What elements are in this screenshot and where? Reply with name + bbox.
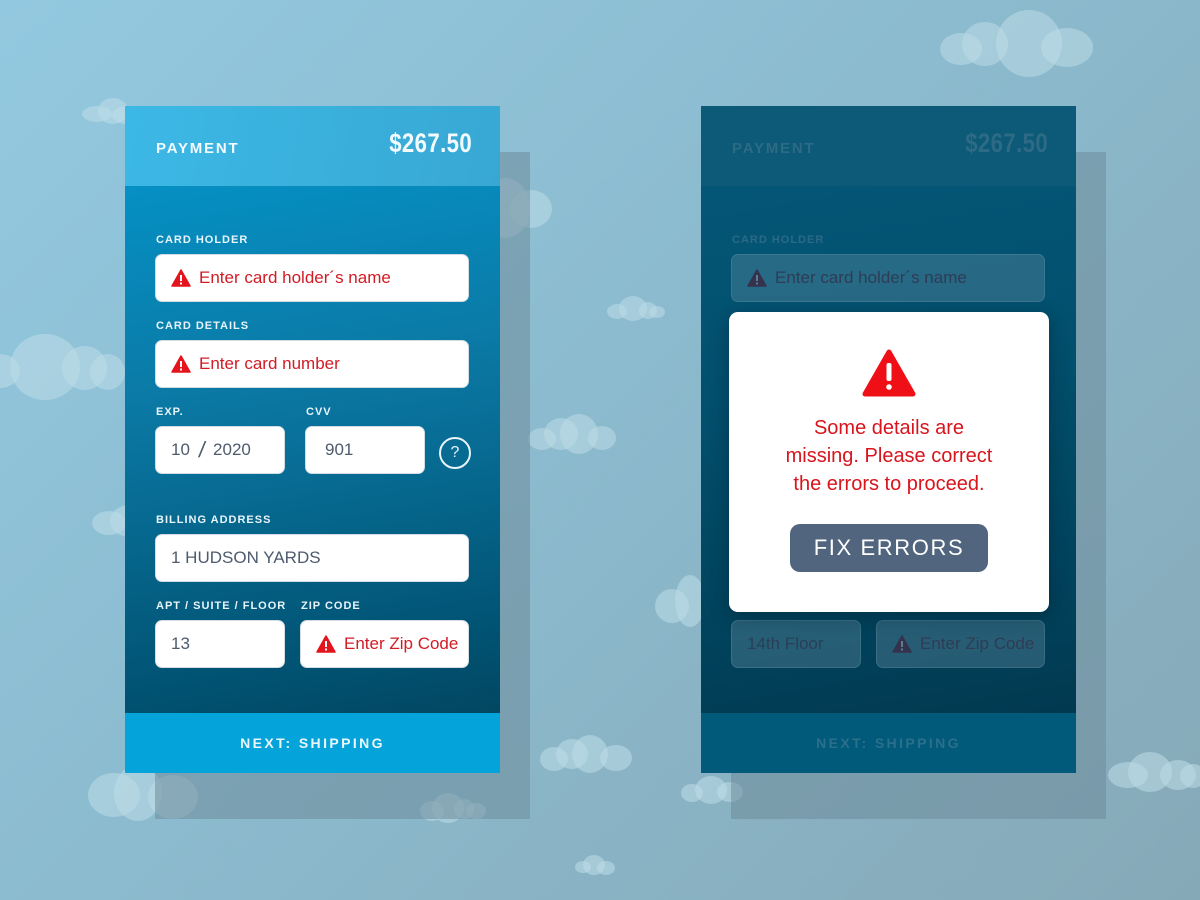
apt-value: 13 <box>171 634 190 653</box>
card-holder-label: CARD HOLDER <box>732 234 825 246</box>
apt-field[interactable]: 13 <box>155 620 285 668</box>
page-title: PAYMENT <box>156 140 240 157</box>
error-message: Some details are missing. Please correct… <box>729 414 1049 498</box>
cloud <box>0 332 125 402</box>
page-title: PAYMENT <box>732 140 816 157</box>
card-holder-field: Enter card holder´s name <box>731 254 1045 302</box>
card-holder-error: Enter card holder´s name <box>775 268 967 287</box>
billing-address-label: BILLING ADDRESS <box>156 514 272 526</box>
cloud <box>655 575 705 627</box>
help-button-label: ? <box>450 444 460 461</box>
card-number-error: Enter card number <box>199 354 340 373</box>
payment-header: PAYMENT $267.50 <box>701 106 1076 186</box>
card-holder-field[interactable]: Enter card holder´s name <box>155 254 469 302</box>
cloud <box>1108 752 1200 792</box>
payment-amount: $267.50 <box>965 128 1048 158</box>
error-message-line: the errors to proceed. <box>793 473 985 495</box>
question-circle-icon[interactable]: ? <box>439 437 471 469</box>
warning-triangle-icon <box>316 635 336 653</box>
error-modal: Some details are missing. Please correct… <box>729 312 1049 612</box>
warning-triangle-icon <box>892 635 912 653</box>
cvv-field[interactable]: 901 <box>305 426 425 474</box>
expiry-separator: / <box>197 437 207 462</box>
zip-error: Enter Zip Code <box>344 634 459 653</box>
error-message-line: missing. Please correct <box>785 445 993 467</box>
next-shipping-button: NEXT: SHIPPING <box>701 713 1076 773</box>
warning-triangle-icon <box>171 269 191 287</box>
error-message-line: Some details are <box>813 417 965 439</box>
cloud <box>575 855 617 875</box>
card-holder-error: Enter card holder´s name <box>199 268 391 287</box>
card-number-field[interactable]: Enter card number <box>155 340 469 388</box>
warning-triangle-icon <box>171 355 191 373</box>
warning-triangle-icon <box>862 348 916 398</box>
cloud <box>540 735 632 773</box>
apt-value: 14th Floor <box>747 634 824 653</box>
billing-address-value: 1 HUDSON YARDS <box>171 548 321 567</box>
warning-triangle-icon <box>747 269 767 287</box>
cloud <box>528 414 618 454</box>
payment-amount: $267.50 <box>389 128 472 158</box>
billing-address-field[interactable]: 1 HUDSON YARDS <box>155 534 469 582</box>
expiry-year: 2020 <box>213 440 251 459</box>
zip-field[interactable]: Enter Zip Code <box>300 620 469 668</box>
cloud <box>940 5 1095 77</box>
cloud <box>607 296 665 323</box>
cvv-label: CVV <box>306 406 332 418</box>
expiry-field[interactable]: 10 / 2020 <box>155 426 285 474</box>
card-holder-label: CARD HOLDER <box>156 234 249 246</box>
zip-error: Enter Zip Code <box>920 634 1035 653</box>
zip-label: ZIP CODE <box>301 600 361 612</box>
zip-field: Enter Zip Code <box>876 620 1045 668</box>
expiry-month: 10 <box>171 440 190 459</box>
apt-field: 14th Floor <box>731 620 861 668</box>
payment-header: PAYMENT $267.50 <box>125 106 500 186</box>
fix-errors-button[interactable]: FIX ERRORS <box>790 524 988 572</box>
card-details-label: CARD DETAILS <box>156 320 250 332</box>
payment-screen-left: PAYMENT $267.50 CARD HOLDER Enter card h… <box>125 106 500 773</box>
next-shipping-button[interactable]: NEXT: SHIPPING <box>125 713 500 773</box>
apt-label: APT / SUITE / FLOOR <box>156 600 287 612</box>
cvv-value: 901 <box>325 440 354 459</box>
expiry-label: EXP. <box>156 406 184 418</box>
